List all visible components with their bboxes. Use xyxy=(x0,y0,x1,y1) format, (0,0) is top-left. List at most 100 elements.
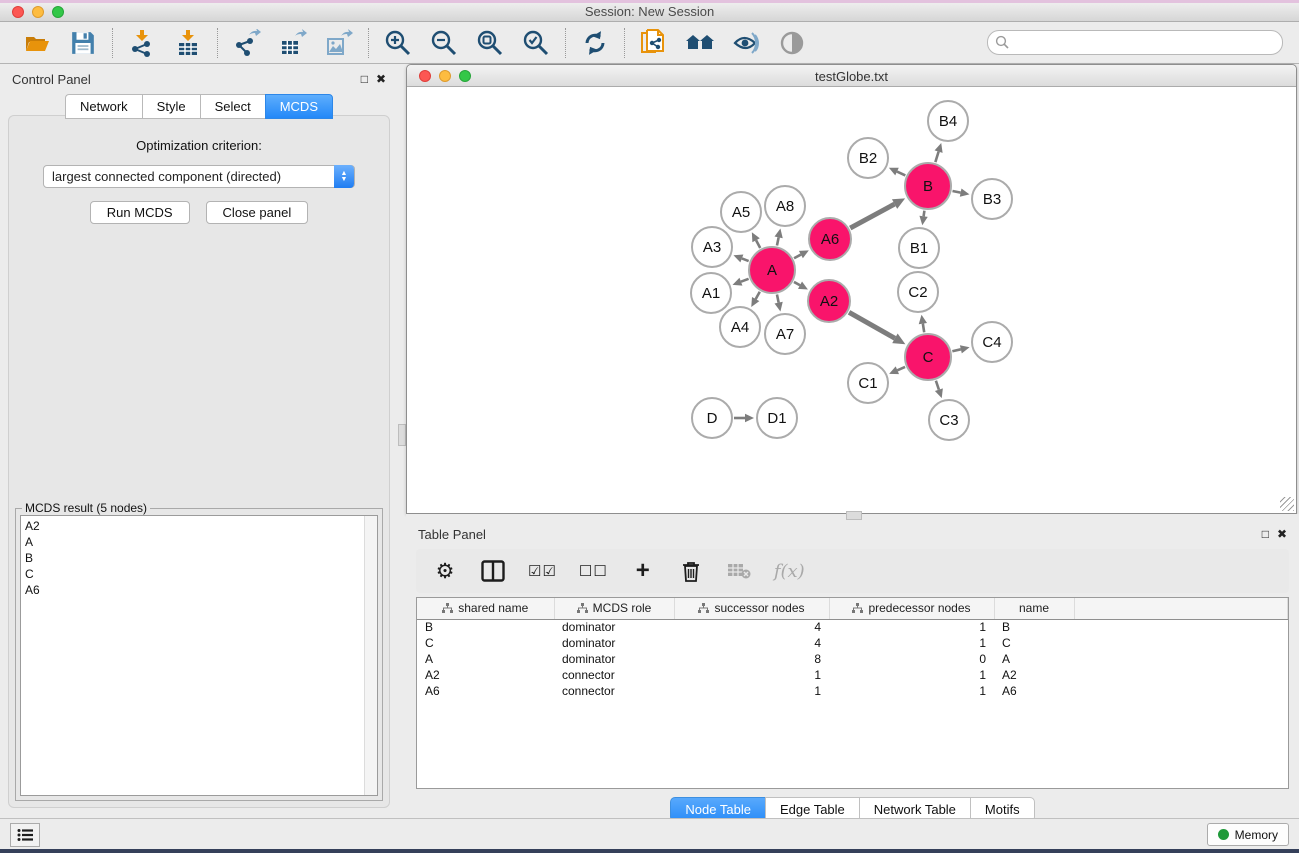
edge-A-A8[interactable] xyxy=(777,237,779,245)
new-network-from-selection-icon[interactable] xyxy=(637,27,671,59)
close-panel-button[interactable]: Close panel xyxy=(206,201,309,224)
cell[interactable]: 1 xyxy=(674,683,829,699)
edge-A-A7[interactable] xyxy=(777,294,779,302)
table-row[interactable]: A6connector11A6 xyxy=(417,683,1288,699)
show-all-icon[interactable] xyxy=(775,27,809,59)
apply-layout-icon[interactable] xyxy=(578,27,612,59)
import-table-icon[interactable] xyxy=(171,27,205,59)
column-header-name[interactable]: name xyxy=(994,598,1074,619)
cell[interactable]: 1 xyxy=(829,683,994,699)
cell[interactable]: A6 xyxy=(417,683,554,699)
close-panel-icon[interactable]: ✖ xyxy=(376,73,386,85)
vertical-split-grip[interactable] xyxy=(398,424,406,446)
open-session-icon[interactable] xyxy=(20,27,54,59)
cell[interactable]: connector xyxy=(554,667,674,683)
result-item[interactable]: B xyxy=(25,550,373,566)
mcds-result-list[interactable]: A2ABCA6 xyxy=(20,515,378,796)
table-row[interactable]: A2connector11A2 xyxy=(417,667,1288,683)
edge-A-A4[interactable] xyxy=(756,292,760,299)
result-item[interactable]: C xyxy=(25,566,373,582)
edge-A-A3[interactable] xyxy=(742,258,749,261)
cell[interactable]: 1 xyxy=(829,635,994,651)
network-minimize-button[interactable] xyxy=(439,70,451,82)
table-row[interactable]: Cdominator41C xyxy=(417,635,1288,651)
task-history-button[interactable] xyxy=(10,823,40,847)
edge-C-C2[interactable] xyxy=(923,324,924,333)
cell[interactable]: C xyxy=(417,635,554,651)
search-input[interactable] xyxy=(987,30,1283,55)
zoom-in-icon[interactable] xyxy=(381,27,415,59)
edge-A-A5[interactable] xyxy=(756,240,760,248)
cell[interactable]: C xyxy=(994,635,1074,651)
edge-C-C4[interactable] xyxy=(952,349,961,351)
network-maximize-button[interactable] xyxy=(459,70,471,82)
edge-B-B1[interactable] xyxy=(924,211,925,217)
settings-gear-icon[interactable]: ⚙ xyxy=(432,556,458,586)
criterion-dropdown[interactable]: largest connected component (directed) ▲… xyxy=(43,165,355,188)
export-network-icon[interactable] xyxy=(230,27,264,59)
cell[interactable]: A2 xyxy=(417,667,554,683)
cell[interactable]: 4 xyxy=(674,635,829,651)
export-image-icon[interactable] xyxy=(322,27,356,59)
tab-style[interactable]: Style xyxy=(142,94,200,119)
cell[interactable]: 1 xyxy=(829,667,994,683)
horizontal-split-grip[interactable] xyxy=(846,511,862,520)
close-table-panel-icon[interactable]: ✖ xyxy=(1277,528,1287,540)
save-session-icon[interactable] xyxy=(66,27,100,59)
edge-B-B2[interactable] xyxy=(897,172,905,176)
horizontal-split-divider[interactable] xyxy=(406,514,1299,521)
result-scrollbar[interactable] xyxy=(364,516,377,795)
delete-table-icon[interactable] xyxy=(726,556,752,586)
tab-select[interactable]: Select xyxy=(200,94,265,119)
column-view-icon[interactable] xyxy=(480,556,506,586)
add-icon[interactable]: + xyxy=(630,556,656,586)
cell[interactable]: A xyxy=(994,651,1074,667)
column-header-MCDS-role[interactable]: MCDS role xyxy=(554,598,674,619)
cell[interactable]: 8 xyxy=(674,651,829,667)
window-resize-grip[interactable] xyxy=(1280,497,1294,511)
zoom-out-icon[interactable] xyxy=(427,27,461,59)
edge-B-B4[interactable] xyxy=(935,152,938,163)
vertical-split-divider[interactable] xyxy=(398,64,406,818)
edge-A2-C[interactable] xyxy=(849,312,895,338)
cell[interactable]: 0 xyxy=(829,651,994,667)
cell[interactable]: 1 xyxy=(829,619,994,635)
result-item[interactable]: A xyxy=(25,534,373,550)
cell[interactable]: 4 xyxy=(674,619,829,635)
float-table-panel-icon[interactable]: □ xyxy=(1262,528,1269,540)
select-all-icon[interactable]: ☑☑ xyxy=(528,556,557,586)
cell[interactable]: dominator xyxy=(554,651,674,667)
network-close-button[interactable] xyxy=(419,70,431,82)
delete-icon[interactable] xyxy=(678,556,704,586)
table-header-row[interactable]: shared nameMCDS rolesuccessor nodesprede… xyxy=(417,598,1288,619)
float-panel-icon[interactable]: □ xyxy=(361,73,368,85)
edge-A-A6[interactable] xyxy=(794,255,801,259)
run-mcds-button[interactable]: Run MCDS xyxy=(90,201,190,224)
tab-mcds[interactable]: MCDS xyxy=(265,94,333,119)
memory-button[interactable]: Memory xyxy=(1207,823,1289,846)
table-row[interactable]: Bdominator41B xyxy=(417,619,1288,635)
cell[interactable]: A6 xyxy=(994,683,1074,699)
deselect-all-icon[interactable]: ☐☐ xyxy=(579,556,608,586)
edge-B-B3[interactable] xyxy=(952,191,960,193)
export-table-icon[interactable] xyxy=(276,27,310,59)
column-header-successor-nodes[interactable]: successor nodes xyxy=(674,598,829,619)
cell[interactable]: B xyxy=(994,619,1074,635)
edge-C-C3[interactable] xyxy=(936,381,939,390)
network-canvas[interactable]: B4B2BB3B1A5A8A6A3AA1A2A4A7C2C4CC1C3DD1 xyxy=(407,87,1296,513)
cell[interactable]: A2 xyxy=(994,667,1074,683)
cell[interactable]: A xyxy=(417,651,554,667)
result-item[interactable]: A6 xyxy=(25,582,373,598)
result-item[interactable]: A2 xyxy=(25,518,373,534)
cell[interactable]: dominator xyxy=(554,619,674,635)
zoom-selected-icon[interactable] xyxy=(519,27,553,59)
function-builder-icon[interactable]: f(x) xyxy=(774,556,805,586)
table-row[interactable]: Adominator80A xyxy=(417,651,1288,667)
import-network-icon[interactable] xyxy=(125,27,159,59)
edge-C-C1[interactable] xyxy=(897,367,905,370)
cell[interactable]: connector xyxy=(554,683,674,699)
tab-network[interactable]: Network xyxy=(65,94,142,119)
cell[interactable]: dominator xyxy=(554,635,674,651)
hide-selected-icon[interactable] xyxy=(729,27,763,59)
edge-A-A2[interactable] xyxy=(794,282,800,285)
